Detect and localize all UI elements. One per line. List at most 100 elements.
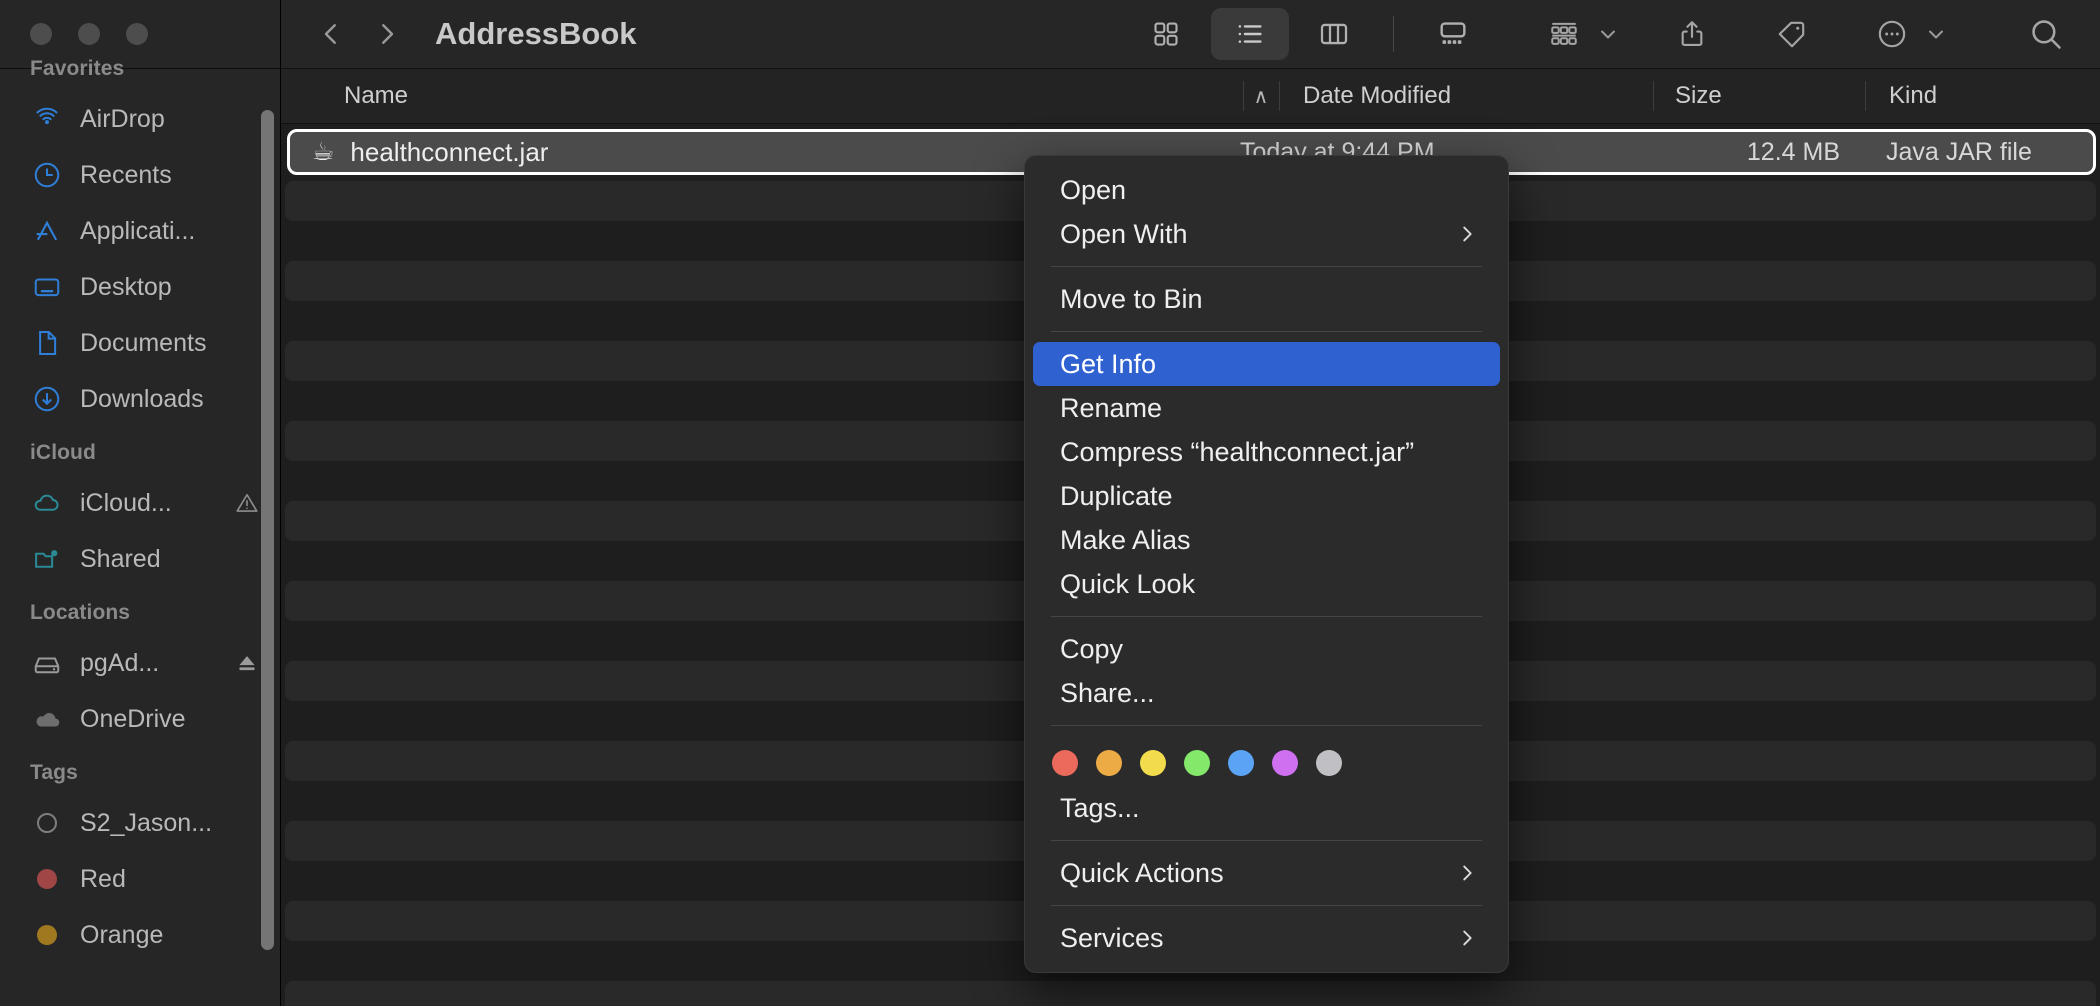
menu-separator: [1051, 725, 1482, 726]
sidebar-item-downloads[interactable]: Downloads: [0, 371, 280, 427]
chevron-down-icon[interactable]: [1924, 22, 1948, 46]
menu-item-move-to-bin[interactable]: Move to Bin: [1033, 277, 1500, 321]
menu-item-quick-actions[interactable]: Quick Actions: [1033, 851, 1500, 895]
group-by-icon[interactable]: [1536, 9, 1592, 59]
sidebar-item-shared[interactable]: Shared: [0, 531, 280, 587]
sidebar-item-label: AirDrop: [80, 104, 165, 133]
tag-color-blue[interactable]: [1228, 750, 1254, 776]
gallery-view-button[interactable]: [1414, 8, 1492, 60]
list-view-button[interactable]: [1211, 8, 1289, 60]
menu-item-get-info[interactable]: Get Info: [1033, 342, 1500, 386]
chevron-right-icon: [1456, 223, 1478, 245]
tag-color-orange[interactable]: [1096, 750, 1122, 776]
toolbar: AddressBook: [281, 0, 2100, 68]
sidebar-item-applications[interactable]: Applicati...: [0, 203, 280, 259]
sidebar-item-label: Recents: [80, 160, 172, 189]
share-control[interactable]: [1664, 9, 1720, 59]
sidebar-item-label: iCloud...: [80, 488, 172, 517]
column-header-kind[interactable]: Kind: [1865, 69, 2100, 123]
menu-item-share[interactable]: Share...: [1033, 671, 1500, 715]
sidebar-item-tag-s2jason[interactable]: S2_Jason...: [0, 795, 280, 851]
menu-item-label: Move to Bin: [1060, 283, 1203, 314]
sidebar-scroll-area: Favorites AirDrop Recents Applicati... D…: [0, 43, 280, 963]
menu-item-open[interactable]: Open: [1033, 168, 1500, 212]
menu-item-open-with[interactable]: Open With: [1033, 212, 1500, 256]
menu-item-duplicate[interactable]: Duplicate: [1033, 474, 1500, 518]
menu-item-label: Quick Actions: [1060, 857, 1224, 888]
share-icon[interactable]: [1664, 9, 1720, 59]
sort-indicator-icon[interactable]: ∧: [1243, 69, 1279, 123]
onedrive-cloud-icon: [30, 702, 64, 736]
tag-color-gray[interactable]: [1316, 750, 1342, 776]
menu-item-label: Quick Look: [1060, 568, 1196, 599]
tag-color-picker: [1025, 736, 1508, 786]
minimize-button[interactable]: [78, 23, 100, 45]
close-button[interactable]: [30, 23, 52, 45]
search-control[interactable]: [2018, 9, 2074, 59]
menu-item-label: Tags...: [1060, 792, 1140, 823]
menu-item-label: Duplicate: [1060, 480, 1173, 511]
menu-item-label: Open With: [1060, 218, 1188, 249]
zoom-button[interactable]: [126, 23, 148, 45]
column-header-date-modified[interactable]: Date Modified: [1279, 69, 1653, 123]
java-jar-icon: ☕: [312, 137, 335, 166]
menu-item-tags[interactable]: Tags...: [1033, 786, 1500, 830]
menu-separator: [1051, 840, 1482, 841]
tag-color-red[interactable]: [1052, 750, 1078, 776]
tag-control[interactable]: [1764, 9, 1820, 59]
toolbar-separator: [1393, 16, 1394, 52]
document-icon: [30, 326, 64, 360]
sidebar-item-label: Applicati...: [80, 216, 196, 245]
sidebar-item-label: Shared: [80, 544, 161, 573]
sidebar-item-tag-red[interactable]: Red: [0, 851, 280, 907]
search-icon[interactable]: [2018, 9, 2074, 59]
sidebar-item-pgadmin[interactable]: pgAd...: [0, 635, 280, 691]
menu-item-compress[interactable]: Compress “healthconnect.jar”: [1033, 430, 1500, 474]
menu-item-label: Share...: [1060, 677, 1155, 708]
menu-item-label: Rename: [1060, 392, 1163, 423]
table-row[interactable]: [285, 981, 2096, 1006]
sidebar-section-icloud: iCloud: [30, 441, 96, 464]
column-header-size[interactable]: Size: [1653, 69, 1865, 123]
sidebar-item-onedrive[interactable]: OneDrive: [0, 691, 280, 747]
menu-item-quick-look[interactable]: Quick Look: [1033, 562, 1500, 606]
tag-dot-red-icon: [30, 862, 64, 896]
sidebar-item-tag-orange[interactable]: Orange: [0, 907, 280, 963]
column-view-button[interactable]: [1295, 8, 1373, 60]
tag-color-yellow[interactable]: [1140, 750, 1166, 776]
tag-color-green[interactable]: [1184, 750, 1210, 776]
sidebar-scrollbar[interactable]: [261, 110, 274, 950]
chevron-right-icon: [1456, 927, 1478, 949]
menu-item-rename[interactable]: Rename: [1033, 386, 1500, 430]
menu-item-label: Get Info: [1060, 348, 1157, 379]
menu-separator: [1051, 905, 1482, 906]
sidebar-item-documents[interactable]: Documents: [0, 315, 280, 371]
menu-item-services[interactable]: Services: [1033, 916, 1500, 960]
eject-icon[interactable]: [232, 648, 262, 678]
menu-separator: [1051, 266, 1482, 267]
ellipsis-circle-icon[interactable]: [1864, 9, 1920, 59]
sidebar-item-recents[interactable]: Recents: [0, 147, 280, 203]
chevron-down-icon[interactable]: [1596, 22, 1620, 46]
forward-button[interactable]: [359, 9, 415, 59]
more-control[interactable]: [1864, 9, 1948, 59]
menu-item-label: Services: [1060, 922, 1164, 953]
sidebar-item-airdrop[interactable]: AirDrop: [0, 91, 280, 147]
group-by-control[interactable]: [1536, 9, 1620, 59]
icon-view-button[interactable]: [1127, 8, 1205, 60]
sidebar-item-label: OneDrive: [80, 704, 186, 733]
view-mode-group: [1127, 8, 1492, 60]
menu-item-label: Open: [1060, 174, 1127, 205]
sidebar-item-icloud-drive[interactable]: iCloud...: [0, 475, 280, 531]
sidebar-section-favorites: Favorites: [30, 57, 125, 80]
menu-item-copy[interactable]: Copy: [1033, 627, 1500, 671]
tag-color-purple[interactable]: [1272, 750, 1298, 776]
menu-separator: [1051, 331, 1482, 332]
column-header-name[interactable]: Name: [281, 69, 1243, 123]
download-icon: [30, 382, 64, 416]
back-button[interactable]: [303, 9, 359, 59]
sidebar-item-desktop[interactable]: Desktop: [0, 259, 280, 315]
menu-item-make-alias[interactable]: Make Alias: [1033, 518, 1500, 562]
tag-icon[interactable]: [1764, 9, 1820, 59]
sidebar-item-label: Red: [80, 864, 126, 893]
